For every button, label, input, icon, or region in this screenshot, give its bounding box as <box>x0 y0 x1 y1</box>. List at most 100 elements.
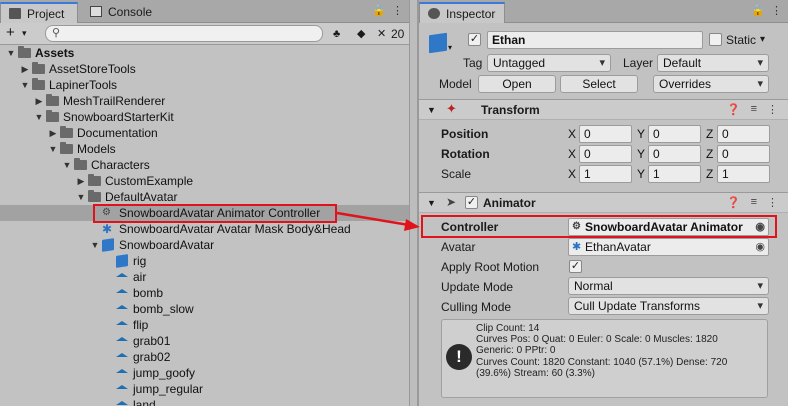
overrides-dropdown[interactable]: Overrides <box>653 75 769 93</box>
create-button[interactable]: + <box>6 25 15 41</box>
lock-icon[interactable]: 🔒 <box>751 4 765 17</box>
expanded-arrow-icon[interactable]: ▼ <box>48 141 58 157</box>
expanded-arrow-icon[interactable]: ▼ <box>76 189 86 205</box>
tree-row[interactable]: flip <box>0 317 409 333</box>
position-x-axis-label[interactable]: X <box>568 126 576 142</box>
kebab-menu-icon[interactable]: ⋮ <box>771 4 782 17</box>
tree-row[interactable]: grab01 <box>0 333 409 349</box>
scale-x-field[interactable]: 1 <box>579 165 632 183</box>
chevron-down-icon[interactable]: ▼ <box>427 195 436 211</box>
avatar-label: Avatar <box>441 240 476 254</box>
rotation-x-axis-label[interactable]: X <box>568 146 576 162</box>
collapsed-arrow-icon[interactable]: ▶ <box>48 125 58 141</box>
help-icon[interactable]: ❓ <box>727 196 741 209</box>
tree-row[interactable]: ▼ SnowboardStarterKit <box>0 109 409 125</box>
tree-row[interactable]: ▼ DefaultAvatar <box>0 189 409 205</box>
tree-row[interactable]: ▼ Models <box>0 141 409 157</box>
tree-row[interactable]: rig <box>0 253 409 269</box>
filter-by-type-icon[interactable]: ♣ <box>333 26 340 42</box>
tree-row[interactable]: bomb_slow <box>0 301 409 317</box>
presets-icon[interactable]: ≡ <box>751 196 757 209</box>
update-mode-dropdown[interactable]: Normal <box>568 277 769 295</box>
help-icon[interactable]: ❓ <box>727 103 741 116</box>
collapsed-arrow-icon[interactable]: ▶ <box>34 93 44 109</box>
filter-by-label-icon[interactable]: ◆ <box>357 26 365 42</box>
expanded-arrow-icon[interactable]: ▼ <box>90 237 100 253</box>
rotation-z-field[interactable]: 0 <box>717 145 770 163</box>
tree-row[interactable]: ▼ LapinerTools <box>0 77 409 93</box>
tree-row[interactable]: ▼ Assets <box>0 45 409 61</box>
tree-row[interactable]: ▶ CustomExample <box>0 173 409 189</box>
position-z-axis-label[interactable]: Z <box>706 126 713 142</box>
kebab-menu-icon[interactable]: ⋮ <box>767 196 778 209</box>
expanded-arrow-icon[interactable]: ▼ <box>6 45 16 61</box>
chevron-down-icon[interactable]: ▾ <box>448 40 452 56</box>
object-name-field[interactable]: Ethan <box>487 31 703 49</box>
lock-icon[interactable]: 🔒 <box>372 4 386 17</box>
expanded-arrow-icon[interactable]: ▼ <box>34 109 44 125</box>
rotation-z-axis-label[interactable]: Z <box>706 146 713 162</box>
rotation-y-axis-label[interactable]: Y <box>637 146 645 162</box>
expanded-arrow-icon[interactable]: ▼ <box>62 157 72 173</box>
hidden-packages-icon[interactable]: ✕ <box>377 26 386 42</box>
panel-divider[interactable] <box>410 0 418 406</box>
rotation-x-field[interactable]: 0 <box>579 145 632 163</box>
tree-row[interactable]: ▼ Characters <box>0 157 409 173</box>
controller-field[interactable]: ⚙ SnowboardAvatar Animator ◉ <box>568 218 769 236</box>
tree-row[interactable]: ▼ SnowboardAvatar <box>0 237 409 253</box>
animator-header[interactable]: ▼ ➤ ✓ Animator ❓ ≡ ⋮ <box>419 192 788 213</box>
tab-console[interactable]: Console <box>82 2 164 23</box>
transform-title: Transform <box>481 103 540 117</box>
expanded-arrow-icon[interactable]: ▼ <box>20 77 30 93</box>
layer-dropdown[interactable]: Default <box>657 54 769 72</box>
select-button[interactable]: Select <box>560 75 638 93</box>
tab-inspector[interactable]: Inspector <box>419 2 505 23</box>
tree-row[interactable]: bomb <box>0 285 409 301</box>
presets-icon[interactable]: ≡ <box>751 103 757 116</box>
scale-y-axis-label[interactable]: Y <box>637 166 645 182</box>
tab-project[interactable]: Project <box>0 2 78 23</box>
scale-x-axis-label[interactable]: X <box>568 166 576 182</box>
culling-mode-dropdown[interactable]: Cull Update Transforms <box>568 297 769 315</box>
object-picker-icon[interactable]: ◉ <box>755 239 765 255</box>
search-input[interactable]: ⚲ <box>45 25 323 42</box>
rotation-y-field[interactable]: 0 <box>648 145 701 163</box>
active-checkbox[interactable]: ✓ <box>468 33 481 46</box>
kebab-menu-icon[interactable]: ⋮ <box>767 103 778 116</box>
tree-row[interactable]: grab02 <box>0 349 409 365</box>
tree-row[interactable]: ✱ SnowboardAvatar Avatar Mask Body&Head <box>0 221 409 237</box>
collapsed-arrow-icon[interactable]: ▶ <box>76 173 86 189</box>
tag-dropdown[interactable]: Untagged <box>487 54 611 72</box>
open-button[interactable]: Open <box>478 75 556 93</box>
chevron-down-icon[interactable]: ▼ <box>427 102 436 118</box>
position-y-field[interactable]: 0 <box>648 125 701 143</box>
tree-row[interactable]: jump_regular <box>0 381 409 397</box>
scale-z-axis-label[interactable]: Z <box>706 166 713 182</box>
tree-row[interactable]: ▶ MeshTrailRenderer <box>0 93 409 109</box>
kebab-menu-icon[interactable]: ⋮ <box>392 4 403 17</box>
tree-row[interactable]: jump_goofy <box>0 365 409 381</box>
avatar-field[interactable]: ✱ EthanAvatar ◉ <box>568 238 769 256</box>
position-z-field[interactable]: 0 <box>717 125 770 143</box>
tree-row[interactable]: ▶ Documentation <box>0 125 409 141</box>
scale-y-field[interactable]: 1 <box>648 165 701 183</box>
chevron-down-icon[interactable]: ▾ <box>22 25 27 41</box>
position-x-field[interactable]: 0 <box>579 125 632 143</box>
static-checkbox[interactable] <box>709 33 722 46</box>
update-mode-label: Update Mode <box>441 280 514 294</box>
scale-z-field[interactable]: 1 <box>717 165 770 183</box>
culling-mode-label: Culling Mode <box>441 300 512 314</box>
tree-row[interactable]: land <box>0 397 409 406</box>
collapsed-arrow-icon[interactable]: ▶ <box>20 61 30 77</box>
position-y-axis-label[interactable]: Y <box>637 126 645 142</box>
chevron-down-icon[interactable]: ▾ <box>760 32 765 48</box>
tree-row-label: air <box>133 270 147 284</box>
tree-row[interactable]: ▶ AssetStoreTools <box>0 61 409 77</box>
animator-enabled-checkbox[interactable]: ✓ <box>465 196 478 209</box>
tree-row[interactable]: air <box>0 269 409 285</box>
object-picker-icon[interactable]: ◉ <box>755 219 765 235</box>
tree-row-label: rig <box>133 254 147 268</box>
tree-row[interactable]: ⚙ SnowboardAvatar Animator Controller <box>0 205 409 221</box>
transform-header[interactable]: ▼ ✦ Transform ❓ ≡ ⋮ <box>419 99 788 120</box>
apply-root-motion-checkbox[interactable]: ✓ <box>569 260 582 273</box>
